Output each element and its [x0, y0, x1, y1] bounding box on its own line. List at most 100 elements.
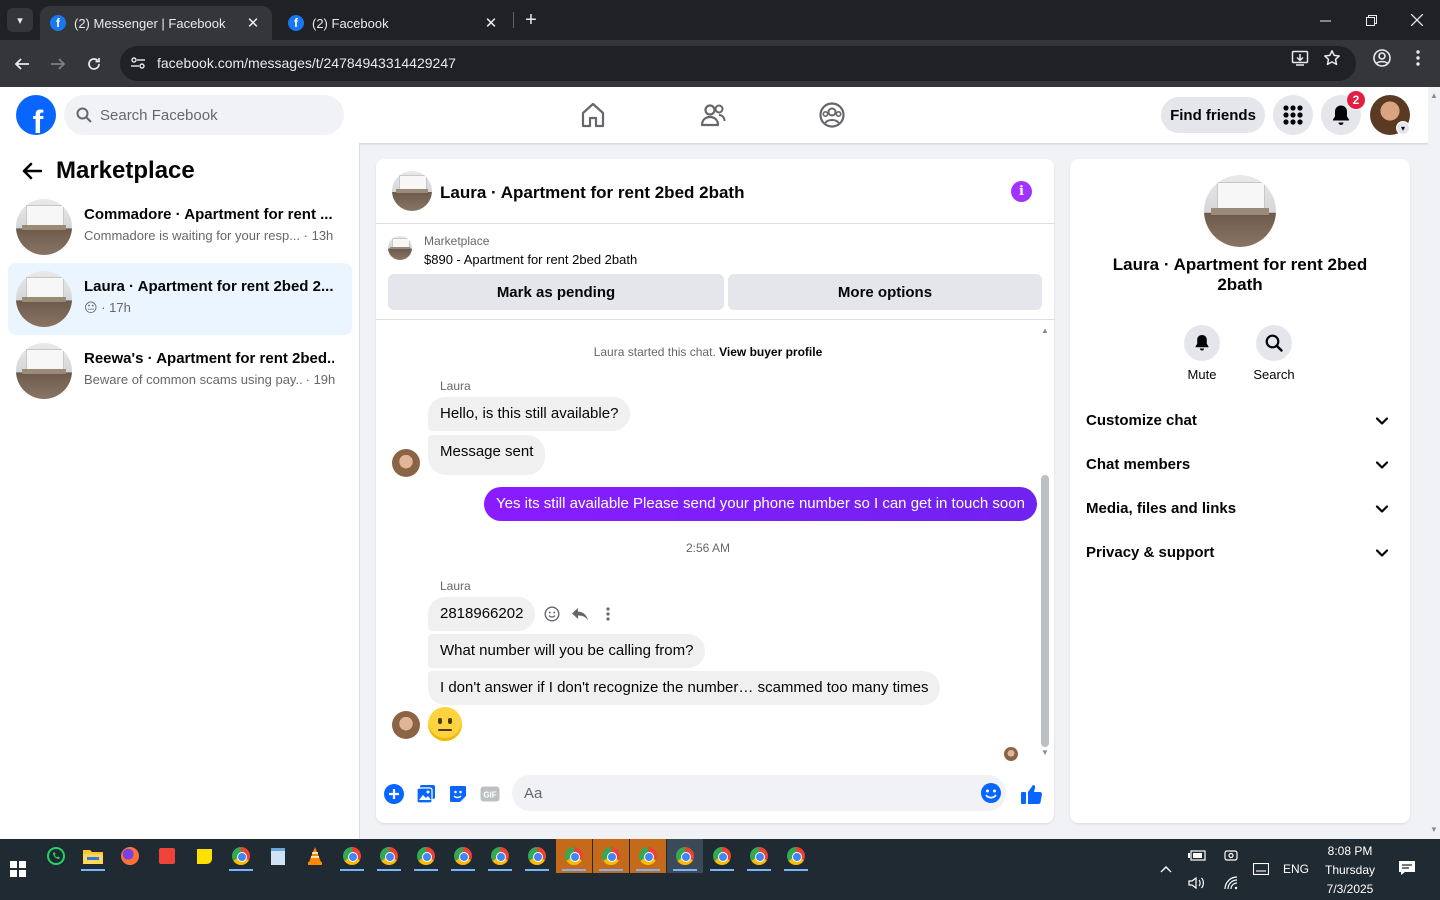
chat-scrollbar[interactable] [1041, 475, 1049, 747]
address-bar[interactable]: facebook.com/messages/t/2478494331442924… [120, 46, 1356, 81]
conversation-item[interactable]: Reewa's · Apartment for rent 2bed... Bew… [8, 335, 352, 407]
volume-tray-icon[interactable] [1186, 873, 1208, 893]
message-bubble[interactable]: 2818966202 [428, 597, 536, 631]
chrome-window-taskbar-icon[interactable] [408, 839, 444, 873]
back-button[interactable] [10, 52, 34, 76]
keyboard-tray-icon[interactable] [1250, 859, 1272, 879]
menu-button[interactable] [1273, 95, 1313, 135]
close-tab-icon[interactable]: ✕ [244, 14, 262, 32]
listing-title[interactable]: $890 - Apartment for rent 2bed 2bath [424, 252, 637, 267]
own-message-bubble[interactable]: Yes its still available Please send your… [484, 487, 1037, 521]
more-actions-button[interactable] [598, 604, 618, 624]
action-center-button[interactable] [1396, 857, 1418, 879]
minimize-window-button[interactable] [1302, 0, 1348, 40]
chrome-window-taskbar-icon[interactable] [704, 839, 740, 873]
sender-avatar[interactable] [392, 449, 420, 477]
message-bubble[interactable]: Message sent [428, 435, 546, 475]
message-bubble[interactable]: I don't answer if I don't recognize the … [428, 671, 941, 705]
chrome-window-taskbar-icon[interactable] [334, 839, 370, 873]
restore-window-button[interactable] [1348, 0, 1394, 40]
gif-button[interactable]: GIF [479, 783, 501, 805]
chrome-window-taskbar-icon[interactable] [519, 839, 555, 873]
whatsapp-taskbar-icon[interactable] [38, 839, 74, 873]
react-button[interactable] [542, 604, 562, 624]
back-button[interactable] [16, 155, 48, 187]
input-language-indicator[interactable]: ENG [1280, 859, 1312, 879]
sender-avatar[interactable] [392, 711, 420, 739]
battery-tray-icon[interactable] [1186, 845, 1208, 865]
forward-button[interactable] [46, 52, 70, 76]
chrome-window-taskbar-icon[interactable] [741, 839, 777, 873]
taskbar-clock[interactable]: 8:08 PM Thursday 7/3/2025 [1318, 842, 1382, 899]
chrome-window-taskbar-icon[interactable] [371, 839, 407, 873]
listing-thumbnail[interactable] [1204, 175, 1276, 247]
scroll-up-arrow-icon[interactable]: ▲ [1430, 91, 1438, 100]
scroll-down-arrow-icon[interactable]: ▼ [1430, 825, 1438, 834]
message-bubble[interactable]: What number will you be calling from? [428, 634, 706, 668]
chrome-taskbar-icon[interactable] [223, 839, 259, 873]
privacy-support-section[interactable]: Privacy & support [1078, 531, 1402, 575]
sticky-notes-taskbar-icon[interactable] [186, 839, 222, 873]
new-tab-button[interactable]: + [520, 8, 542, 32]
find-friends-button[interactable]: Find friends [1161, 97, 1265, 133]
listing-thumbnail[interactable] [392, 171, 432, 211]
chrome-window-taskbar-icon[interactable] [556, 839, 592, 873]
attach-photo-button[interactable] [415, 783, 437, 805]
media-files-links-section[interactable]: Media, files and links [1078, 487, 1402, 531]
notepad-taskbar-icon[interactable] [260, 839, 296, 873]
customize-chat-section[interactable]: Customize chat [1078, 399, 1402, 443]
conversation-item-selected[interactable]: Laura · Apartment for rent 2bed 2... 😐 ·… [8, 263, 352, 335]
anydesk-taskbar-icon[interactable] [149, 839, 185, 873]
chrome-window-taskbar-icon[interactable] [482, 839, 518, 873]
scroll-up-arrow-icon[interactable]: ▲ [1040, 325, 1050, 335]
profile-button[interactable] [1372, 48, 1392, 68]
message-input[interactable] [524, 775, 964, 811]
chrome-window-taskbar-icon-active[interactable] [667, 839, 703, 873]
listing-thumbnail[interactable] [388, 236, 412, 260]
chrome-window-taskbar-icon[interactable] [445, 839, 481, 873]
tab-facebook[interactable]: f (2) Facebook ✕ [278, 6, 510, 40]
network-tray-icon[interactable] [1220, 873, 1242, 893]
home-icon[interactable] [579, 101, 607, 129]
conversation-item[interactable]: Commadore · Apartment for rent ... Comma… [8, 191, 352, 263]
send-like-button[interactable] [1019, 781, 1045, 807]
info-icon[interactable]: i [1011, 181, 1032, 202]
friends-icon[interactable] [699, 101, 727, 129]
chrome-window-taskbar-icon[interactable] [630, 839, 666, 873]
meet-now-tray-icon[interactable] [1220, 845, 1242, 865]
chrome-window-taskbar-icon[interactable] [778, 839, 814, 873]
windows-start-icon[interactable] [10, 861, 26, 877]
sticker-button[interactable] [447, 783, 469, 805]
vlc-taskbar-icon[interactable] [297, 839, 333, 873]
search-input[interactable] [100, 95, 330, 135]
neutral-face-emoji-icon[interactable] [428, 707, 462, 741]
close-window-button[interactable] [1394, 0, 1440, 40]
facebook-logo-icon[interactable]: f [16, 95, 56, 135]
mute-button[interactable]: Mute [1172, 325, 1232, 382]
tab-messenger[interactable]: f (2) Messenger | Facebook ✕ [40, 6, 272, 40]
file-explorer-taskbar-icon[interactable] [75, 839, 111, 873]
chat-title[interactable]: Laura · Apartment for rent 2bed 2bath [440, 183, 744, 203]
reply-button[interactable] [570, 604, 590, 624]
message-bubble[interactable]: Hello, is this still available? [428, 397, 631, 431]
bookmark-button[interactable] [1322, 48, 1342, 68]
chrome-window-taskbar-icon[interactable] [593, 839, 629, 873]
view-buyer-profile-link[interactable]: View buyer profile [719, 345, 822, 359]
page-scrollbar[interactable]: ▲ ▼ [1428, 87, 1440, 839]
more-actions-plus-button[interactable] [383, 783, 405, 805]
scroll-down-arrow-icon[interactable]: ▼ [1040, 747, 1050, 757]
tab-search-button[interactable]: ▾ [7, 8, 33, 32]
chevron-down-icon[interactable]: ▾ [1396, 121, 1410, 135]
search-in-conversation-button[interactable]: Search [1244, 325, 1304, 382]
close-tab-icon[interactable]: ✕ [482, 14, 500, 32]
show-hidden-icons-button[interactable] [1154, 857, 1178, 881]
firefox-taskbar-icon[interactable] [112, 839, 148, 873]
browser-menu-button[interactable] [1408, 48, 1428, 68]
mark-as-pending-button[interactable]: Mark as pending [388, 274, 724, 310]
chat-members-section[interactable]: Chat members [1078, 443, 1402, 487]
site-settings-icon[interactable] [130, 55, 146, 71]
more-options-button[interactable]: More options [728, 274, 1042, 310]
reload-button[interactable] [82, 52, 106, 76]
facebook-search[interactable] [64, 95, 344, 135]
emoji-picker-icon[interactable] [980, 782, 1002, 804]
